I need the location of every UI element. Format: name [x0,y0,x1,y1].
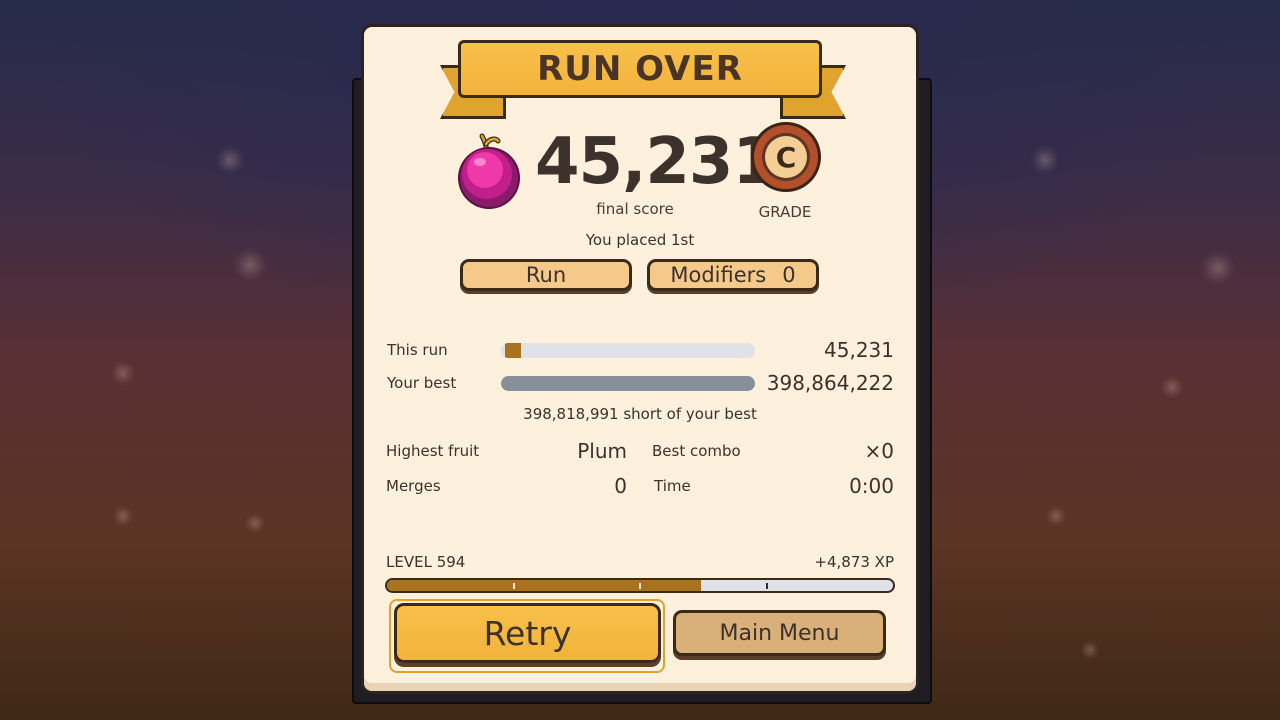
best-combo-label: Best combo [652,442,741,460]
your-best-value: 398,864,222 [766,371,894,395]
background-sparkle [1045,505,1067,527]
title-banner: RUN OVER [458,40,822,98]
final-score-value: 45,231 [535,125,777,199]
final-score-label: final score [596,200,674,218]
highest-fruit-label: Highest fruit [386,442,480,460]
retry-button[interactable]: Retry [394,603,661,663]
background-sparkle [232,247,268,283]
run-tab-button[interactable]: Run [460,259,632,291]
grade-badge: C [749,120,823,194]
short-of-best-text: 398,818,991 short of your best [523,405,757,423]
background-sparkle [244,512,266,534]
background-sparkle [1030,145,1060,175]
placement-text: You placed 1st [585,231,695,249]
page-title: RUN OVER [537,49,743,89]
background-sparkle [215,145,245,175]
background-sparkle [1200,250,1236,286]
highest-fruit-value: Plum [577,439,627,463]
xp-tick [639,583,641,589]
main-menu-button[interactable]: Main Menu [673,610,886,656]
xp-tick [513,583,515,589]
time-value: 0:00 [849,474,894,498]
your-best-bar [501,376,755,391]
merges-label: Merges [386,477,441,495]
run-tab-label: Run [525,263,567,287]
this-run-bar-fill [505,343,521,358]
background-sparkle [1160,375,1184,399]
your-best-label: Your best [387,374,457,392]
background-sparkle [112,505,134,527]
background-sparkle [1080,640,1100,660]
background-sparkle [110,360,136,386]
modifiers-tab-label: Modifiers [670,263,767,287]
level-label: LEVEL 594 [386,553,466,571]
grade-letter: C [776,141,797,174]
plum-icon [456,132,522,212]
main-menu-label: Main Menu [719,620,840,646]
xp-progress-fill [387,580,701,591]
best-combo-value: ×0 [864,439,894,463]
grade-label: GRADE [758,203,812,221]
this-run-value: 45,231 [824,338,894,362]
time-label: Time [654,477,691,495]
this-run-bar [501,343,755,358]
merges-value: 0 [614,474,627,498]
modifiers-tab-button[interactable]: Modifiers 0 [647,259,819,291]
xp-gain: +4,873 XP [814,553,894,571]
this-run-label: This run [387,341,448,359]
xp-progress-bar [385,578,895,593]
retry-label: Retry [483,613,572,653]
xp-tick [766,583,768,589]
modifiers-count: 0 [782,263,796,287]
